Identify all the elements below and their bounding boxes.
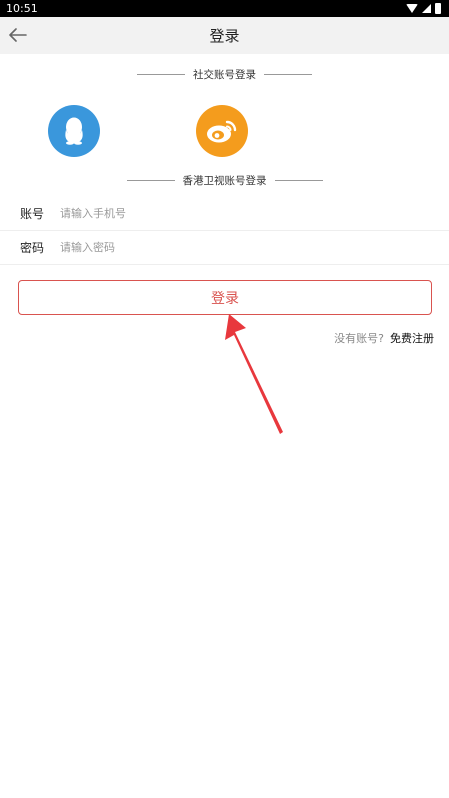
account-login-header: 香港卫视账号登录 [0,173,449,188]
register-link[interactable]: 免费注册 [390,330,434,346]
no-account-text: 没有账号? [334,332,384,345]
password-label: 密码 [20,241,45,255]
signal-icon [422,4,431,13]
status-icons [406,3,441,14]
social-login-title: 社交账号登录 [193,69,256,81]
register-row: 没有账号? 免费注册 [334,330,434,346]
nav-bar: 登录 [0,17,449,54]
account-row: 账号 [0,197,449,231]
battery-icon [435,3,441,14]
status-bar: 10:51 [0,0,449,17]
password-input[interactable] [60,241,420,254]
qq-icon [65,117,83,145]
account-label: 账号 [20,207,45,221]
account-login-title: 香港卫视账号登录 [182,175,267,187]
annotation-arrow-icon [225,314,283,434]
page-title: 登录 [209,27,240,45]
divider-line [137,74,185,75]
account-input[interactable] [60,207,420,220]
divider-line [264,74,312,75]
status-time: 10:51 [6,2,38,15]
password-row: 密码 [0,231,449,265]
weibo-login-button[interactable] [196,105,248,157]
divider-line [274,180,323,181]
weibo-icon [207,120,237,143]
back-button[interactable] [6,23,30,47]
wifi-icon [406,4,418,13]
arrow-left-icon [9,28,27,42]
qq-login-button[interactable] [48,105,100,157]
social-login-header: 社交账号登录 [0,67,449,82]
divider-line [126,180,175,181]
